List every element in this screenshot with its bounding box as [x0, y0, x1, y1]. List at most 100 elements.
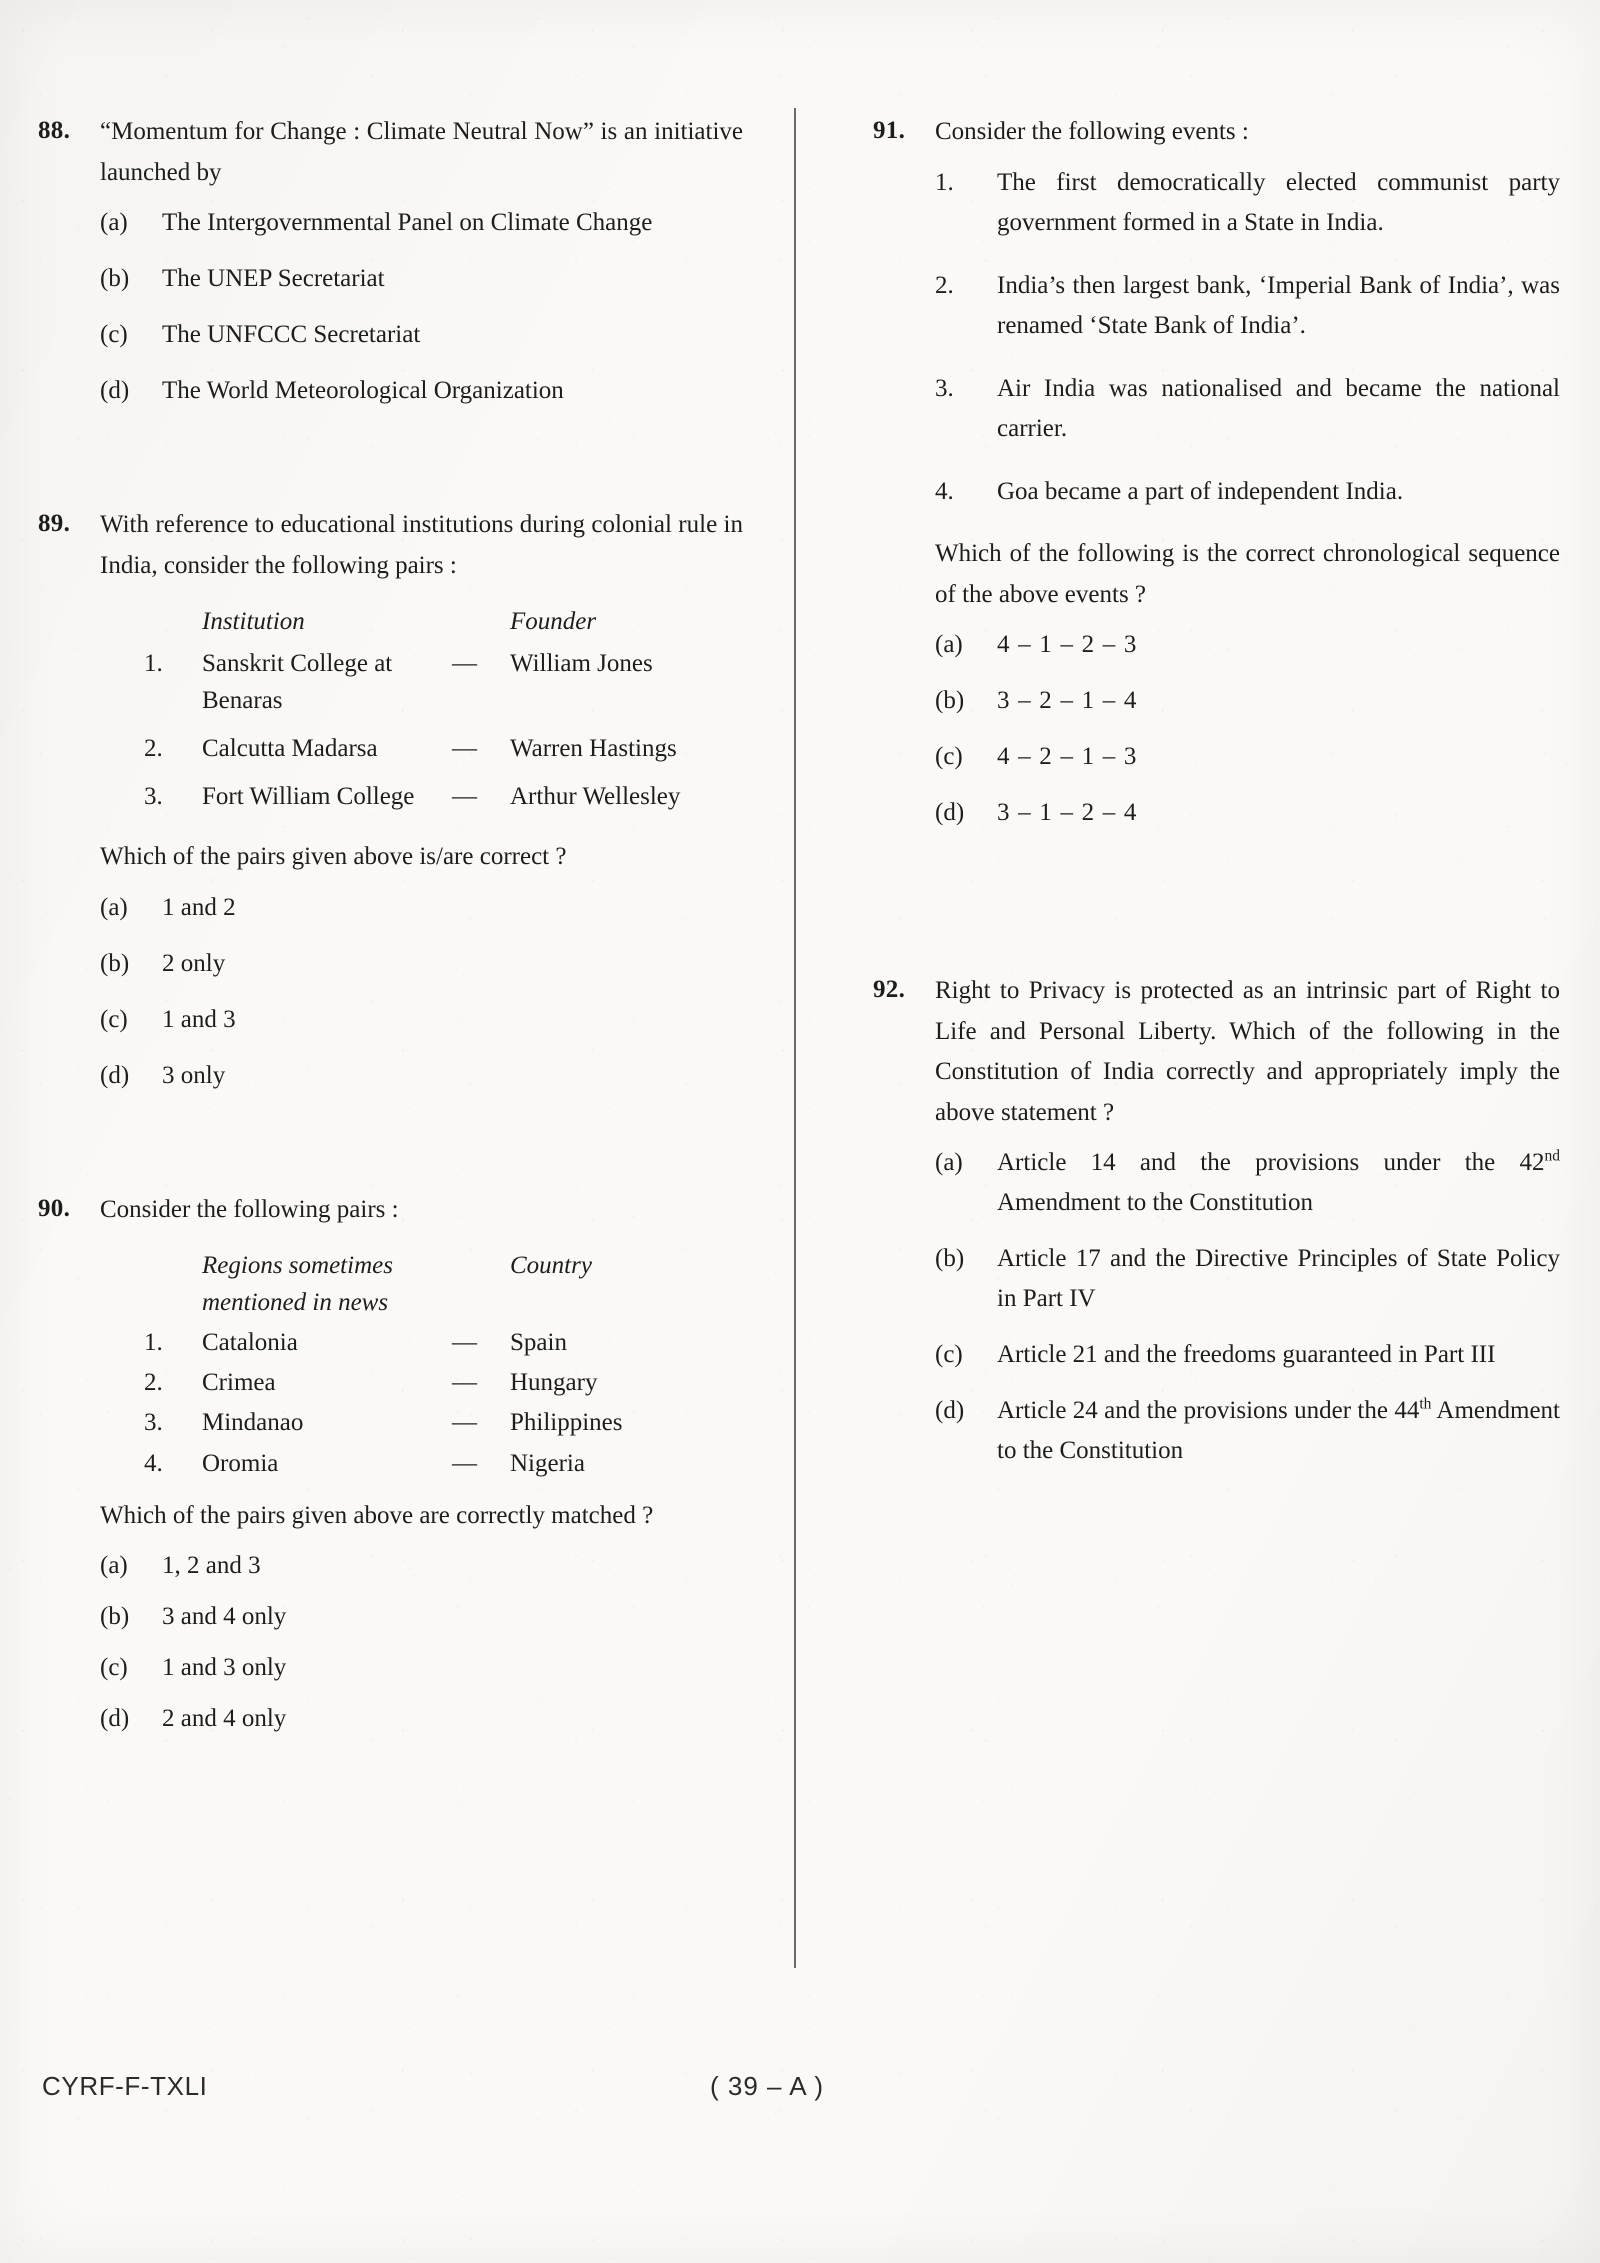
- option-c[interactable]: (c) 1 and 3 only: [100, 1648, 743, 1688]
- table-row: 4. Oromia — Nigeria: [100, 1446, 743, 1486]
- option-label: 3 – 1 – 2 – 4: [997, 799, 1138, 826]
- option-b[interactable]: (b) Article 17 and the Directive Princip…: [935, 1239, 1560, 1319]
- option-label: 1 and 2: [162, 893, 236, 921]
- row-number: 3.: [144, 783, 163, 810]
- options-list: (a) 4 – 1 – 2 – 3 (b) 3 – 2 – 1 – 4 (c) …: [935, 625, 1560, 833]
- table-row: 3. Mindanao — Philippines: [100, 1405, 743, 1445]
- option-d[interactable]: (d) The World Meteorological Organizatio…: [100, 371, 743, 411]
- question-91: 91. Consider the following events : 1. T…: [873, 112, 1560, 849]
- row-dash: —: [452, 1449, 477, 1477]
- option-a[interactable]: (a) 1 and 2: [100, 888, 743, 928]
- row-institution: Calcutta Madarsa: [202, 734, 378, 762]
- option-key: (b): [100, 1603, 130, 1631]
- option-label: 2 only: [162, 949, 226, 977]
- page-footer: CYRF-F-TXLI ( 39 – A ): [0, 2043, 1600, 2263]
- table-row: 1. Catalonia — Spain: [100, 1325, 743, 1365]
- option-d[interactable]: (d) Article 24 and the provisions under …: [935, 1391, 1560, 1471]
- option-a[interactable]: (a) The Intergovernmental Panel on Clima…: [100, 203, 743, 243]
- option-key: (a): [100, 893, 128, 921]
- option-text-after: Amendment to the Constitution: [997, 1189, 1313, 1216]
- question-body: Consider the following events : 1. The f…: [935, 112, 1560, 849]
- option-c[interactable]: (c) Article 21 and the freedoms guarante…: [935, 1335, 1560, 1375]
- option-text-before: Article 14 and the provisions under the …: [997, 1149, 1545, 1176]
- question-stem: Consider the following pairs :: [100, 1195, 399, 1223]
- pairs-table: Institution Founder 1. Sanskrit College …: [100, 604, 743, 827]
- option-key: (c): [935, 743, 963, 770]
- row-founder: Arthur Wellesley: [510, 783, 681, 810]
- statement-3: 3. Air India was nationalised and became…: [935, 369, 1560, 450]
- option-d[interactable]: (d) 3 – 1 – 2 – 4: [935, 793, 1560, 833]
- option-c[interactable]: (c) 1 and 3: [100, 1000, 743, 1040]
- ordinal-superscript: nd: [1544, 1147, 1561, 1165]
- question-92: 92. Right to Privacy is protected as an …: [873, 971, 1560, 1487]
- row-region: Catalonia: [202, 1328, 298, 1356]
- row-number: 1.: [144, 1328, 163, 1356]
- column-header-country: Country: [510, 1252, 592, 1280]
- option-label: Article 21 and the freedoms guaranteed i…: [997, 1341, 1496, 1368]
- option-label: 1 and 3 only: [162, 1654, 287, 1682]
- row-number: 3.: [144, 1409, 163, 1437]
- question-stem: Right to Privacy is protected as an intr…: [935, 977, 1560, 1126]
- question-sub-stem: Which of the following is the correct ch…: [935, 540, 1560, 608]
- table-header-row: Regions sometimes mentioned in news Coun…: [100, 1248, 743, 1325]
- statement-text: India’s then largest bank, ‘Imperial Ban…: [997, 271, 1560, 340]
- option-key: (d): [100, 1061, 130, 1089]
- option-label: The World Meteorological Organization: [162, 377, 564, 404]
- options-list: (a) Article 14 and the provisions under …: [935, 1143, 1560, 1471]
- option-d[interactable]: (d) 2 and 4 only: [100, 1699, 743, 1739]
- option-b[interactable]: (b) 3 and 4 only: [100, 1597, 743, 1637]
- option-label: 1 and 3: [162, 1005, 236, 1033]
- question-body: “Momentum for Change : Climate Neutral N…: [100, 112, 743, 427]
- header-spacer-dash: [452, 1248, 510, 1325]
- options-list: (a) 1, 2 and 3 (b) 3 and 4 only (c) 1 an…: [100, 1546, 743, 1739]
- option-label: Article 24 and the provisions under the …: [997, 1391, 1560, 1471]
- option-a[interactable]: (a) 4 – 1 – 2 – 3: [935, 625, 1560, 665]
- option-key: (d): [935, 1397, 965, 1424]
- option-b[interactable]: (b) 2 only: [100, 944, 743, 984]
- row-number: 2.: [144, 734, 163, 762]
- option-text-before: Article 24 and the provisions under the …: [997, 1397, 1420, 1424]
- row-number: 4.: [144, 1449, 163, 1477]
- table-row: 2. Calcutta Madarsa — Warren Hastings: [100, 731, 743, 779]
- statements-list: 1. The first democratically elected comm…: [935, 163, 1560, 513]
- row-country: Hungary: [510, 1369, 598, 1396]
- statement-number: 1.: [935, 168, 954, 196]
- statement-1: 1. The first democratically elected comm…: [935, 163, 1560, 244]
- option-label: Article 14 and the provisions under the …: [997, 1143, 1560, 1223]
- column-header-regions: Regions sometimes mentioned in news: [202, 1252, 393, 1316]
- option-c[interactable]: (c) 4 – 2 – 1 – 3: [935, 737, 1560, 777]
- option-d[interactable]: (d) 3 only: [100, 1056, 743, 1096]
- option-label: 3 and 4 only: [162, 1603, 287, 1631]
- option-c[interactable]: (c) The UNFCCC Secretariat: [100, 315, 743, 355]
- statement-4: 4. Goa became a part of independent Indi…: [935, 472, 1560, 513]
- option-a[interactable]: (a) 1, 2 and 3: [100, 1546, 743, 1586]
- option-b[interactable]: (b) The UNEP Secretariat: [100, 259, 743, 299]
- right-column: 91. Consider the following events : 1. T…: [795, 0, 1600, 2040]
- question-gap: [873, 883, 1560, 927]
- two-column-layout: 88. “Momentum for Change : Climate Neutr…: [0, 0, 1600, 2040]
- option-b[interactable]: (b) 3 – 2 – 1 – 4: [935, 681, 1560, 721]
- row-dash: —: [452, 1328, 477, 1356]
- option-key: (b): [935, 687, 965, 714]
- row-region: Crimea: [202, 1369, 276, 1396]
- question-gap: [38, 1146, 743, 1190]
- option-label: Article 17 and the Directive Principles …: [997, 1245, 1560, 1312]
- option-key: (a): [935, 631, 963, 658]
- question-number: 91.: [873, 117, 906, 144]
- column-header-founder: Founder: [510, 608, 597, 635]
- option-label: The UNFCCC Secretariat: [162, 321, 421, 348]
- row-dash: —: [452, 650, 477, 678]
- option-label: The Intergovernmental Panel on Climate C…: [162, 209, 653, 236]
- header-spacer: [100, 604, 202, 646]
- option-a[interactable]: (a) Article 14 and the provisions under …: [935, 1143, 1560, 1223]
- row-number: 1.: [144, 650, 163, 678]
- option-key: (c): [100, 1654, 128, 1682]
- row-country: Spain: [510, 1328, 567, 1356]
- option-label: 2 and 4 only: [162, 1705, 287, 1733]
- row-founder: William Jones: [510, 650, 653, 678]
- option-key: (a): [100, 1552, 128, 1580]
- row-institution: Fort William College: [202, 783, 415, 810]
- exam-paper-page: 88. “Momentum for Change : Climate Neutr…: [0, 0, 1600, 2263]
- question-89: 89. With reference to educational instit…: [38, 505, 743, 1112]
- option-key: (b): [935, 1245, 965, 1272]
